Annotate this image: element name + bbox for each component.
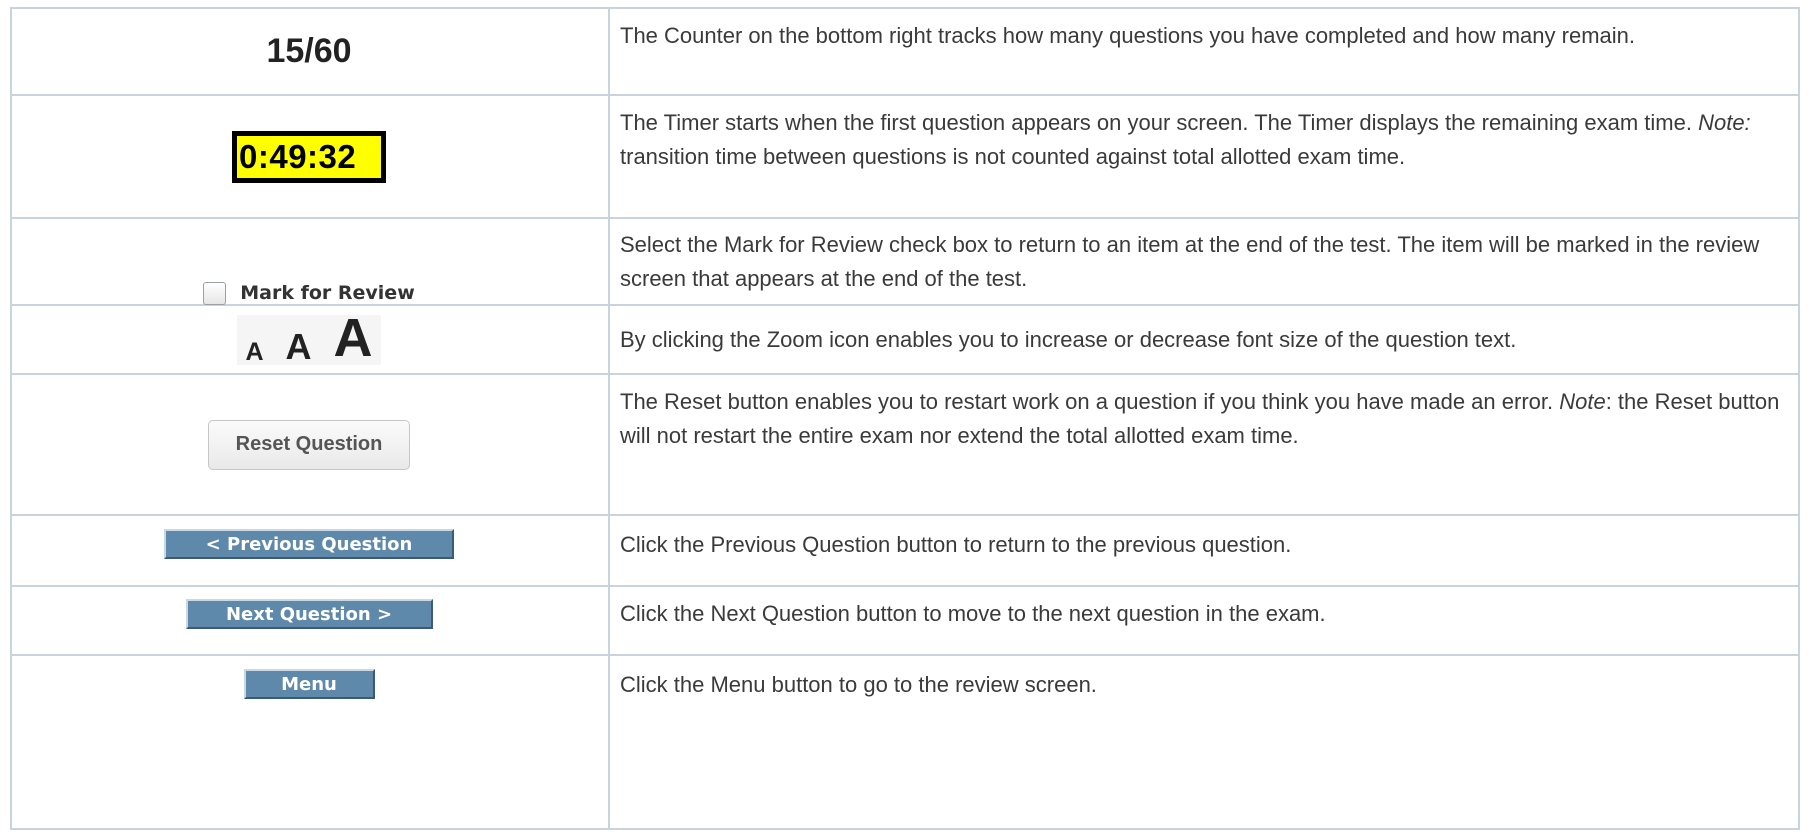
timer-note-label: Note: (1698, 110, 1751, 135)
zoom-medium-icon[interactable]: A (286, 328, 312, 365)
counter-demo-cell: 15/60 (10, 9, 608, 94)
previous-question-button[interactable]: < Previous Question (164, 529, 454, 559)
menu-demo-cell: Menu (10, 656, 608, 712)
help-table: 15/60 The Counter on the bottom right tr… (10, 7, 1800, 830)
table-border-bottom (10, 828, 1800, 830)
timer-description: The Timer starts when the first question… (620, 106, 1790, 174)
mark-for-review[interactable]: Mark for Review (203, 281, 415, 305)
previous-description: Click the Previous Question button to re… (620, 532, 1292, 557)
reset-description: The Reset button enables you to restart … (620, 385, 1790, 453)
zoom-demo-cell: A A A (10, 306, 608, 373)
timer-description-note: transition time between questions is not… (620, 144, 1406, 169)
mark-for-review-checkbox[interactable] (203, 281, 227, 305)
reset-description-text: The Reset button enables you to restart … (620, 389, 1560, 414)
next-demo-cell: Next Question > (10, 587, 608, 641)
zoom-description: By clicking the Zoom icon enables you to… (620, 327, 1517, 352)
menu-description: Click the Menu button to go to the revie… (620, 672, 1097, 697)
mark-for-review-label[interactable]: Mark for Review (240, 282, 415, 304)
mark-review-description: Select the Mark for Review check box to … (620, 232, 1760, 291)
menu-button[interactable]: Menu (243, 669, 375, 699)
reset-note-label: Note (1559, 389, 1606, 414)
previous-demo-cell: < Previous Question (10, 516, 608, 572)
timer-demo-cell: 0:49:32 (10, 96, 608, 217)
timer-value: 0:49:32 (239, 137, 357, 175)
timer-description-text: The Timer starts when the first question… (620, 110, 1699, 135)
zoom-small-icon[interactable]: A (245, 339, 263, 365)
reset-question-button[interactable]: Reset Question (208, 419, 410, 470)
zoom-large-icon[interactable]: A (334, 311, 373, 365)
zoom-control: A A A (237, 311, 381, 365)
counter-description: The Counter on the bottom right tracks h… (620, 23, 1635, 48)
next-question-button[interactable]: Next Question > (185, 599, 433, 629)
table-border-right (1798, 7, 1800, 830)
row-divider (10, 217, 1800, 219)
exam-timer: 0:49:32 (232, 130, 386, 183)
question-counter: 15/60 (266, 32, 352, 70)
next-description: Click the Next Question button to move t… (620, 601, 1326, 626)
column-divider (608, 7, 610, 830)
reset-demo-cell: Reset Question (10, 375, 608, 514)
